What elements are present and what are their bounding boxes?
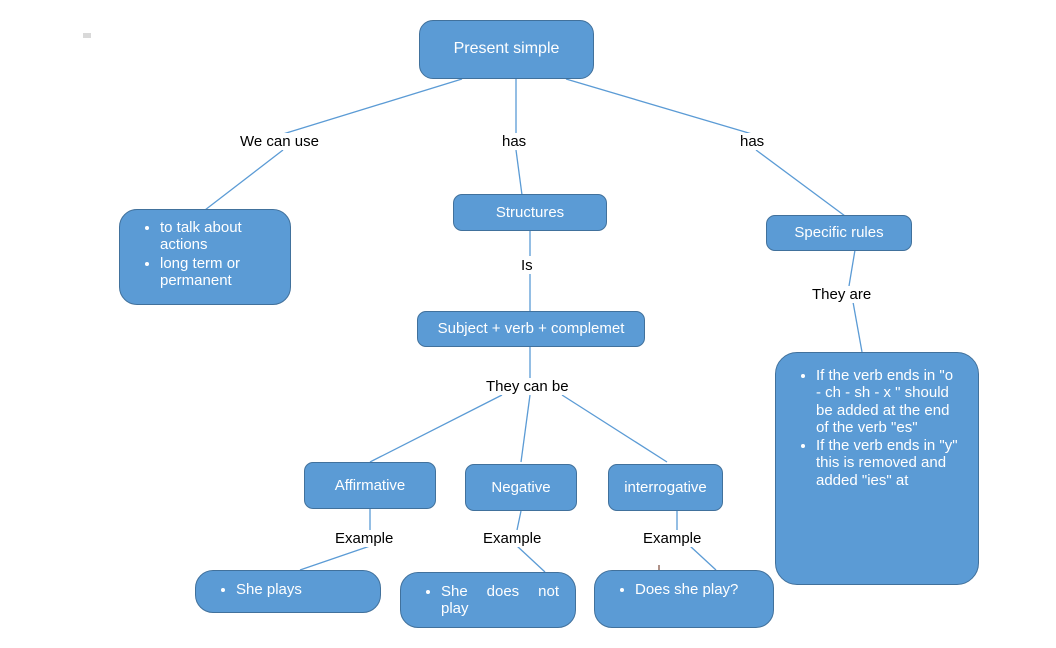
node-affirmative[interactable]: Affirmative	[304, 462, 436, 509]
edge-example-to-doesshe	[689, 545, 717, 571]
edge-theycanbe-to-negative	[520, 394, 531, 463]
list-item: Does she play?	[635, 581, 757, 598]
edge-label-has-middle: has	[500, 133, 529, 150]
edge-theycanbe-to-interrogative	[561, 394, 668, 463]
node-structures-label: Structures	[495, 203, 565, 221]
node-interrogative[interactable]: interrogative	[608, 464, 723, 511]
node-structures[interactable]: Structures	[453, 194, 607, 231]
edge-structures-label-to-box	[515, 149, 523, 196]
node-interrogative-label: interrogative	[624, 478, 707, 496]
edge-label-example-negative: Example	[481, 530, 544, 547]
edge-label-we-can-use: We can use	[238, 133, 321, 150]
example-interrogative-list: Does she play?	[601, 581, 763, 598]
concept-map-canvas: Present simple to talk about actions lon…	[0, 0, 1056, 648]
edge-label-they-can-be: They can be	[484, 378, 571, 395]
node-example-affirmative[interactable]: She plays	[195, 570, 381, 613]
edge-label-is: Is	[519, 257, 535, 274]
edge-label-has-right: has	[738, 133, 767, 150]
node-specific-rules[interactable]: Specific rules	[766, 215, 912, 251]
example-affirmative-list: She plays	[202, 581, 370, 598]
list-item: If the verb ends in "o - ch - sh - x " s…	[816, 367, 962, 436]
edge-theyare-to-ruleslist	[852, 301, 863, 353]
node-negative-label: Negative	[491, 478, 551, 496]
edge-example-to-sheplays	[299, 545, 371, 571]
node-rules-list[interactable]: If the verb ends in "o - ch - sh - x " s…	[775, 352, 979, 585]
edge-negative-to-example	[516, 510, 522, 531]
example-negative-list: She does not play	[407, 583, 565, 618]
node-negative[interactable]: Negative	[465, 464, 577, 511]
node-example-negative[interactable]: She does not play	[400, 572, 576, 628]
edge-label-example-affirmative: Example	[333, 530, 396, 547]
edge-label-they-are: They are	[810, 286, 874, 303]
node-formula[interactable]: Subject + verb + complemet	[417, 311, 645, 347]
list-item: long term or permanent	[160, 255, 274, 290]
node-example-interrogative[interactable]: Does she play?	[594, 570, 774, 628]
node-present-simple-label: Present simple	[453, 40, 560, 58]
edge-specificrules-to-theyare	[848, 249, 856, 287]
list-item: She plays	[236, 581, 364, 598]
scan-artifact	[83, 33, 91, 38]
node-uses-list[interactable]: to talk about actions long term or perma…	[119, 209, 291, 305]
list-item: If the verb ends in "y" this is removed …	[816, 437, 962, 489]
edge-rules-label-to-box	[755, 149, 846, 217]
node-specific-rules-label: Specific rules	[794, 224, 884, 242]
rules-bullet-list: If the verb ends in "o - ch - sh - x " s…	[782, 367, 968, 489]
uses-bullet-list: to talk about actions long term or perma…	[126, 219, 280, 289]
edge-root-to-rules	[565, 78, 753, 135]
edge-uses-to-usesbox	[204, 149, 284, 211]
edge-root-to-uses	[282, 78, 463, 135]
node-formula-label: Subject + verb + complemet	[437, 320, 625, 338]
edge-example-to-shedoesnot	[516, 545, 546, 573]
edge-label-example-interrogative: Example	[641, 530, 704, 547]
node-present-simple[interactable]: Present simple	[419, 20, 594, 79]
list-item: to talk about actions	[160, 219, 274, 254]
node-affirmative-label: Affirmative	[334, 476, 406, 494]
edge-theycanbe-to-affirmative	[369, 394, 503, 463]
list-item: She does not play	[441, 583, 559, 618]
